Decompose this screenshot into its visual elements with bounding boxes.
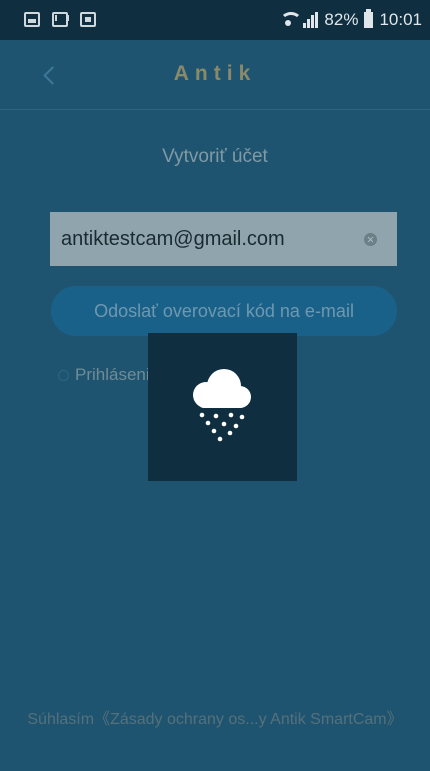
email-value: antiktestcam@gmail.com xyxy=(61,227,285,250)
cloud-snow-icon xyxy=(193,369,251,442)
email-field[interactable]: antiktestcam@gmail.com xyxy=(50,212,397,266)
login-label: Prihlásenie xyxy=(75,365,160,384)
page-title: Vytvoriť účet xyxy=(162,146,268,167)
login-radio-icon xyxy=(58,369,69,381)
signal-icon xyxy=(303,12,319,28)
battery-percent: 82% xyxy=(324,10,359,29)
app-title: Antik xyxy=(173,62,257,85)
clear-circle-icon[interactable] xyxy=(364,233,377,246)
status-bar: 82% 10:01 xyxy=(0,0,430,40)
app-header: Antik xyxy=(0,40,430,110)
privacy-consent-link[interactable]: Súhlasím《Zásady ochrany os...y Antik Sma… xyxy=(0,705,430,729)
notification-icons xyxy=(24,12,96,27)
screen-cast-icon xyxy=(80,12,96,27)
loading-overlay xyxy=(148,333,297,481)
wifi-icon xyxy=(279,12,303,28)
send-verification-code-button[interactable]: Odoslať overovací kód na e-mail xyxy=(51,286,397,336)
image-notification-icon xyxy=(24,12,40,27)
battery-icon xyxy=(364,9,374,28)
system-indicators: 82% 10:01 xyxy=(279,9,422,30)
login-link[interactable]: Prihlásenie xyxy=(58,365,159,385)
mail-icon xyxy=(52,12,69,27)
clock: 10:01 xyxy=(379,10,422,29)
